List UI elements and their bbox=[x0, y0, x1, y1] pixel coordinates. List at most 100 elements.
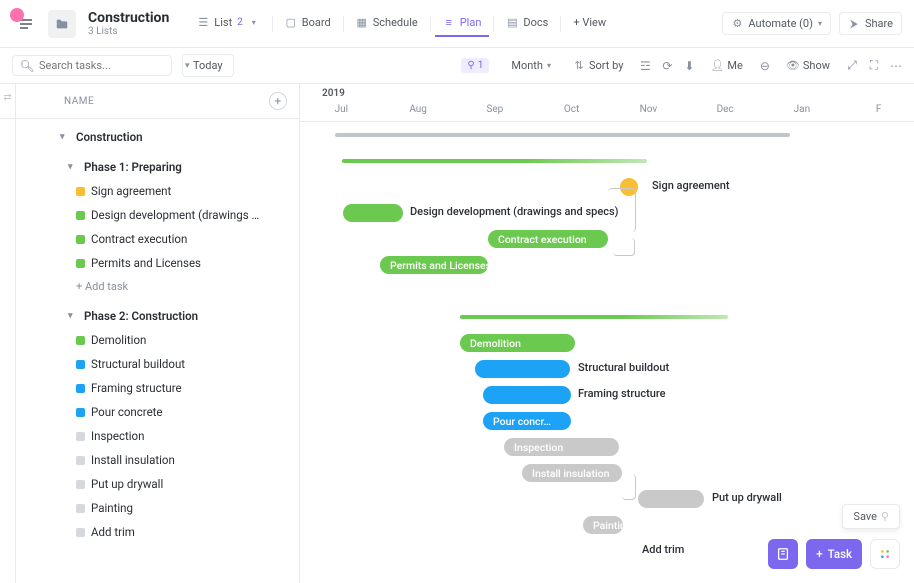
filter-button[interactable]: ⚲1 bbox=[455, 54, 495, 77]
add-task-row[interactable]: + Add task bbox=[12, 275, 287, 298]
tree-task[interactable]: Design development (drawings … bbox=[12, 203, 287, 227]
status-square bbox=[76, 336, 85, 345]
status-square bbox=[76, 408, 85, 417]
status-square bbox=[76, 456, 85, 465]
status-square bbox=[76, 259, 85, 268]
month-header: Dec bbox=[684, 104, 761, 121]
topbar: Construction 3 Lists ☰List2▾ ▢Board ▦Sch… bbox=[0, 0, 914, 48]
tree-task[interactable]: Structural buildout bbox=[12, 352, 287, 376]
apps-fab[interactable] bbox=[870, 539, 900, 569]
note-fab[interactable] bbox=[768, 539, 798, 569]
today-button[interactable]: Today bbox=[182, 54, 234, 77]
gantt-icon: ≡ bbox=[443, 17, 455, 29]
gantt-bar-label: Framing structure bbox=[578, 387, 666, 400]
assignee-icon[interactable]: ⊖ bbox=[759, 60, 771, 72]
filter-icon: ⚲ bbox=[467, 60, 474, 71]
gantt-bar[interactable] bbox=[475, 360, 570, 378]
status-square bbox=[76, 384, 85, 393]
tree-task[interactable]: Painting bbox=[12, 496, 287, 520]
gantt-bar[interactable]: Demolition bbox=[460, 334, 575, 352]
automate-button[interactable]: ⚙Automate (0)▾ bbox=[722, 12, 831, 35]
search-wrap[interactable]: 🔍︎ ▾ bbox=[12, 55, 172, 76]
gantt-bar[interactable]: Pour concr… bbox=[483, 412, 571, 430]
collapse-menu-button[interactable] bbox=[12, 10, 40, 38]
sort-icon: ⇅ bbox=[573, 60, 585, 72]
board-icon: ▢ bbox=[285, 17, 297, 29]
me-button[interactable]: 👤︎Me bbox=[705, 55, 748, 76]
calendar-icon: ▦ bbox=[356, 17, 368, 29]
view-board[interactable]: ▢Board bbox=[277, 10, 339, 37]
group-icon[interactable]: ☲ bbox=[639, 60, 651, 72]
gantt-bar[interactable]: Inspection bbox=[504, 438, 619, 456]
gantt-bar[interactable]: Install insulation bbox=[522, 464, 622, 482]
toolbar: 🔍︎ ▾ Today ⚲1 Month▾ ⇅Sort by ☲ ⟳ ⬇ 👤︎Me… bbox=[0, 48, 914, 84]
save-tooltip[interactable]: Save⚲ bbox=[842, 504, 900, 529]
name-column-header: NAME bbox=[64, 96, 94, 107]
recur-icon[interactable]: ⟳ bbox=[661, 60, 673, 72]
user-icon: 👤︎ bbox=[711, 60, 723, 72]
expand-icon[interactable]: ⤢ bbox=[846, 60, 858, 72]
gantt-bar-label: Put up drywall bbox=[712, 491, 782, 504]
gantt-bar[interactable]: Painting bbox=[583, 516, 623, 534]
month-header: Nov bbox=[607, 104, 684, 121]
status-square bbox=[76, 360, 85, 369]
doc-icon: ▤ bbox=[506, 17, 518, 29]
add-view[interactable]: + View bbox=[565, 10, 614, 37]
gantt-bar[interactable]: Permits and Licenses bbox=[380, 256, 488, 274]
tree-task[interactable]: Put up drywall bbox=[12, 472, 287, 496]
view-schedule[interactable]: ▦Schedule bbox=[348, 10, 426, 37]
task-list-sidebar: NAME + ▾Construction▾Phase 1: PreparingS… bbox=[0, 84, 300, 583]
view-docs[interactable]: ▤Docs bbox=[498, 10, 556, 37]
list-icon: ☰ bbox=[197, 17, 209, 29]
year-label: 2019 bbox=[322, 88, 345, 99]
gantt-bar-label: Design development (drawings and specs) bbox=[410, 205, 618, 218]
tree-task[interactable]: Inspection bbox=[12, 424, 287, 448]
month-header: Oct bbox=[530, 104, 607, 121]
folder-icon[interactable] bbox=[48, 10, 76, 38]
view-list[interactable]: ☰List2▾ bbox=[189, 10, 268, 37]
tree-task[interactable]: Sign agreement bbox=[12, 179, 287, 203]
status-square bbox=[76, 504, 85, 513]
tree-task[interactable]: Contract execution bbox=[12, 227, 287, 251]
sort-button[interactable]: ⇅Sort by bbox=[567, 55, 629, 76]
tree-phase[interactable]: ▾Phase 1: Preparing bbox=[12, 155, 287, 179]
zoom-select[interactable]: Month▾ bbox=[505, 55, 557, 76]
show-button[interactable]: 👁︎Show bbox=[781, 55, 836, 76]
tree-task[interactable]: Add trim bbox=[12, 520, 287, 544]
tree-root[interactable]: ▾Construction bbox=[12, 125, 287, 149]
gantt-chart[interactable]: 2019 JulAugSepOctNovDecJanF Sign agreeme… bbox=[300, 84, 914, 583]
view-plan[interactable]: ≡Plan bbox=[435, 10, 490, 37]
status-square bbox=[76, 480, 85, 489]
page-title: Construction bbox=[88, 10, 169, 26]
download-icon[interactable]: ⬇ bbox=[683, 60, 695, 72]
gantt-bar-label: Sign agreement bbox=[652, 179, 730, 192]
more-icon[interactable]: ⋯ bbox=[890, 60, 902, 72]
tree-task[interactable]: Framing structure bbox=[12, 376, 287, 400]
share-icon: ⮞ bbox=[848, 18, 860, 30]
eye-icon: 👁︎ bbox=[787, 60, 799, 72]
status-square bbox=[76, 211, 85, 220]
share-button[interactable]: ⮞Share bbox=[839, 12, 902, 35]
status-square bbox=[76, 187, 85, 196]
pin-icon: ⚲ bbox=[881, 510, 889, 523]
robot-icon: ⚙ bbox=[731, 18, 743, 30]
left-handle-icon[interactable]: ⇄ bbox=[3, 92, 11, 583]
status-square bbox=[76, 432, 85, 441]
add-column-button[interactable]: + bbox=[269, 92, 287, 110]
gantt-bar-label: Structural buildout bbox=[578, 361, 669, 374]
month-header: Jan bbox=[761, 104, 838, 121]
gantt-bar[interactable]: Contract execution bbox=[488, 230, 608, 248]
gantt-bar[interactable] bbox=[343, 204, 403, 222]
add-task-fab[interactable]: +Task bbox=[806, 539, 862, 569]
gantt-bar[interactable] bbox=[483, 386, 571, 404]
tree-phase[interactable]: ▾Phase 2: Construction bbox=[12, 304, 287, 328]
tree-task[interactable]: Demolition bbox=[12, 328, 287, 352]
tree-task[interactable]: Pour concrete bbox=[12, 400, 287, 424]
tree-task[interactable]: Permits and Licenses bbox=[12, 251, 287, 275]
tree-task[interactable]: Install insulation bbox=[12, 448, 287, 472]
search-input[interactable] bbox=[39, 59, 179, 72]
status-square bbox=[76, 235, 85, 244]
fullscreen-icon[interactable]: ⛶ bbox=[868, 60, 880, 72]
gantt-bar[interactable] bbox=[638, 490, 704, 508]
left-gutter: ⇄ bbox=[0, 84, 16, 583]
